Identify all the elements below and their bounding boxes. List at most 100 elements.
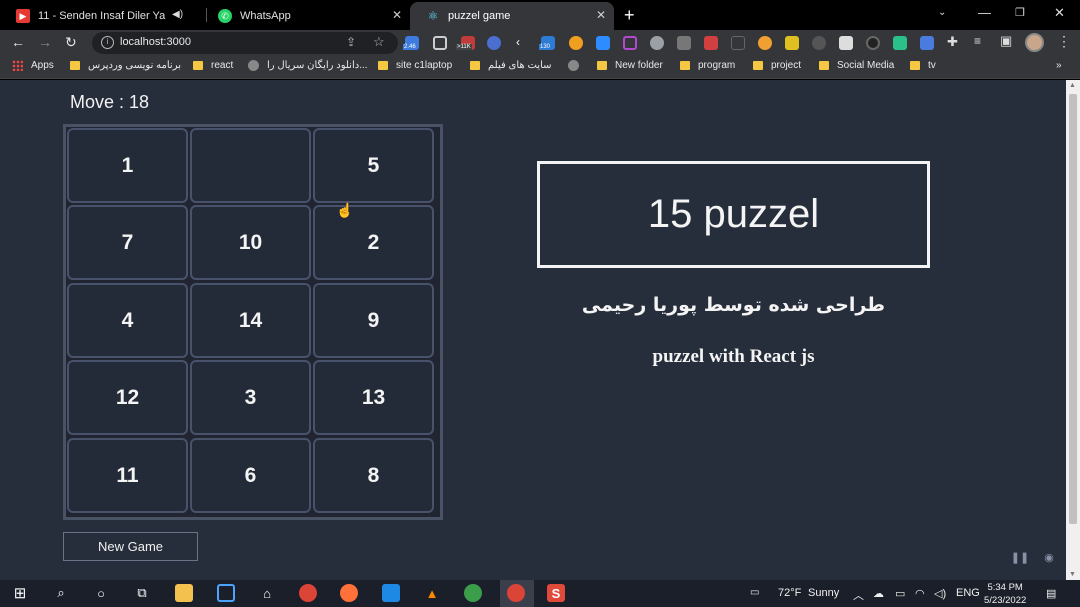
more-menu-icon[interactable]: ⋮ [1057, 33, 1071, 50]
task-view-icon[interactable]: ⧉ [133, 584, 151, 602]
scroll-down-icon[interactable]: ▼ [1069, 571, 1076, 578]
vscode-icon[interactable] [382, 584, 400, 602]
chevron-left-icon[interactable]: ‹ [516, 35, 520, 49]
store-icon[interactable]: ⌂ [258, 584, 276, 602]
bookmark-item[interactable]: program [680, 60, 735, 71]
reload-icon[interactable]: ↻ [65, 34, 77, 51]
puzzle-tile[interactable]: 10 [190, 205, 311, 280]
bookmark-item[interactable] [568, 60, 587, 71]
system-clock[interactable]: 5:34 PM 5/23/2022 [984, 581, 1026, 607]
windows-start-icon[interactable]: ⊞ [11, 584, 29, 602]
zoom-icon[interactable] [596, 36, 610, 50]
puzzle-tile[interactable]: 1 [67, 128, 188, 203]
extension-icon[interactable] [893, 36, 907, 50]
chevron-up-icon[interactable]: ︿ [853, 587, 864, 603]
cloud-icon[interactable]: ☁ [873, 587, 884, 600]
tab-puzzel-game[interactable]: ⚛ puzzel game ✕ [410, 2, 614, 30]
extension-icon[interactable] [731, 36, 745, 50]
app-s-icon[interactable]: S [547, 584, 565, 602]
close-tab-icon[interactable]: ✕ [392, 8, 402, 22]
bookmark-item[interactable]: برنامه نویسی وردپرس [70, 60, 181, 71]
tab-whatsapp[interactable]: ✆ WhatsApp ✕ [202, 2, 410, 30]
extension-icon[interactable] [785, 36, 799, 50]
close-tab-icon[interactable]: ✕ [596, 8, 606, 22]
close-window-button[interactable]: ✕ [1054, 5, 1065, 21]
extension-icon[interactable] [487, 36, 501, 50]
extension-icon[interactable] [650, 36, 664, 50]
pause-icon[interactable]: ❚❚ [1009, 546, 1031, 568]
puzzle-tile[interactable]: 14 [190, 283, 311, 358]
extension-icon[interactable] [758, 36, 772, 50]
extension-icon[interactable] [433, 36, 447, 50]
extension-icon[interactable] [623, 36, 637, 50]
side-panel-icon[interactable]: ▣ [1000, 33, 1012, 49]
language-indicator[interactable]: ENG [956, 587, 980, 599]
extension-icon[interactable] [569, 36, 583, 50]
weather-desc[interactable]: Sunny [808, 587, 839, 599]
bookmark-item[interactable]: New folder [597, 60, 663, 71]
search-icon[interactable]: ⌕ [52, 584, 70, 602]
puzzle-tile[interactable]: 9 [313, 283, 434, 358]
wifi-icon[interactable]: ◠ [915, 587, 925, 600]
file-explorer-icon[interactable] [175, 584, 193, 602]
puzzle-tile[interactable]: 11 [67, 438, 188, 513]
bookmark-item[interactable]: tv [910, 60, 936, 71]
puzzle-tile[interactable]: 2 [313, 205, 434, 280]
info-icon[interactable]: i [101, 36, 114, 49]
scrollbar-thumb[interactable] [1069, 94, 1077, 524]
bookmark-react[interactable]: react [193, 60, 233, 71]
puzzle-tile[interactable]: 7 [67, 205, 188, 280]
bookmark-star-icon[interactable]: ☆ [373, 34, 385, 50]
defender-icon[interactable] [217, 584, 235, 602]
volume-icon[interactable]: ◁) [934, 587, 946, 600]
puzzle-tile[interactable]: 6 [190, 438, 311, 513]
puzzle-tile[interactable]: 12 [67, 360, 188, 435]
weather-temp[interactable]: 72°F [778, 587, 801, 599]
puzzle-tile[interactable]: 13 [313, 360, 434, 435]
app-icon[interactable] [464, 584, 482, 602]
record-icon[interactable]: ◉ [1038, 546, 1060, 568]
minimize-button[interactable]: — [978, 5, 991, 20]
profile-avatar[interactable] [1025, 33, 1044, 52]
extension-icon[interactable] [866, 36, 880, 50]
puzzle-extensions-icon[interactable]: ✚ [947, 34, 958, 50]
bookmark-item[interactable]: site c1laptop [378, 60, 452, 71]
share-icon[interactable]: ⇪ [346, 35, 356, 49]
extension-icon[interactable] [704, 36, 718, 50]
chrome-active-icon[interactable] [507, 584, 525, 602]
translate-icon[interactable] [920, 36, 934, 50]
extension-icon[interactable] [839, 36, 853, 50]
speaker-icon[interactable]: ◀) [172, 9, 183, 20]
address-bar[interactable]: i localhost:3000 ⇪ ☆ [92, 32, 398, 54]
new-tab-button[interactable]: + [624, 5, 635, 26]
scroll-up-icon[interactable]: ▲ [1069, 82, 1076, 89]
new-game-button[interactable]: New Game [63, 532, 198, 561]
bookmark-item[interactable]: دانلود رایگان سریال را... [248, 60, 368, 71]
bookmark-item[interactable]: Social Media [819, 60, 894, 71]
puzzle-tile[interactable]: 5 [313, 128, 434, 203]
restore-button[interactable]: ❐ [1015, 6, 1025, 19]
forward-icon[interactable]: → [38, 34, 52, 50]
extension-icon[interactable] [677, 36, 691, 50]
notification-icon[interactable]: ▤ [1046, 587, 1056, 600]
back-icon[interactable]: ← [11, 34, 25, 50]
tab-search-icon[interactable]: ⌄ [938, 7, 946, 18]
bookmark-item[interactable]: سایت های فیلم [470, 60, 552, 71]
puzzle-tile[interactable]: 3 [190, 360, 311, 435]
cortana-icon[interactable]: ○ [92, 584, 110, 602]
battery-icon[interactable]: ▭ [895, 587, 905, 600]
extension-icon[interactable] [812, 36, 826, 50]
page-scrollbar[interactable]: ▲ ▼ [1066, 80, 1080, 580]
bookmark-item[interactable]: project [753, 60, 801, 71]
vlc-icon[interactable]: ▲ [423, 584, 441, 602]
more-bookmarks-icon[interactable]: » [1056, 60, 1062, 71]
bookmark-apps[interactable]: Apps [12, 60, 54, 71]
reading-list-icon[interactable]: ≡ [974, 34, 981, 48]
puzzle-tile[interactable]: 8 [313, 438, 434, 513]
chrome-icon[interactable] [299, 584, 317, 602]
tab-youtube[interactable]: ▶ 11 - Senden Insaf Diler Yarin ◀) [0, 2, 196, 30]
firefox-icon[interactable] [340, 584, 358, 602]
puzzle-tile[interactable]: 4 [67, 283, 188, 358]
url-text[interactable]: localhost:3000 [120, 36, 191, 48]
puzzle-tile-empty[interactable] [190, 128, 311, 203]
